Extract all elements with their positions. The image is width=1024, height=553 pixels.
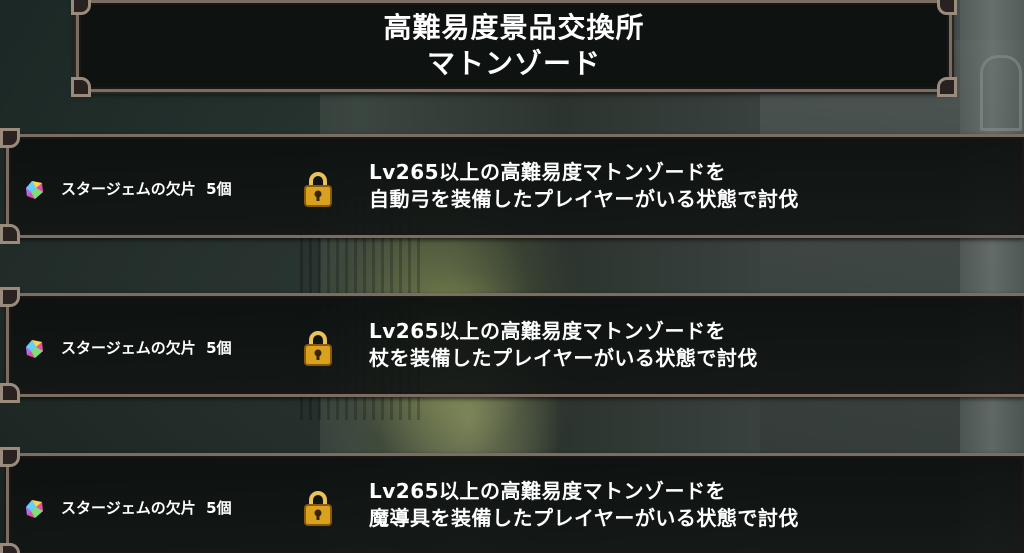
frame-corner: [0, 383, 20, 403]
frame-corner: [0, 224, 20, 244]
condition-line-2: 魔導具を装備したプレイヤーがいる状態で討伐: [369, 506, 799, 530]
reward-item-label: スタージェムの欠片 5個: [61, 336, 232, 360]
frame-corner: [0, 287, 20, 307]
reward-item-name: スタージェムの欠片: [61, 180, 196, 198]
reward-quantity: 5個: [206, 499, 232, 517]
condition-line-2: 杖を装備したプレイヤーがいる状態で討伐: [369, 346, 758, 370]
padlock-icon: [304, 331, 332, 366]
unlock-condition: Lv265以上の高難易度マトンゾードを 自動弓を装備したプレイヤーがいる状態で討…: [369, 159, 799, 213]
padlock-icon: [304, 172, 332, 207]
padlock-icon: [304, 491, 332, 526]
title-line-2: マトンゾード: [426, 47, 601, 80]
background-window: [980, 55, 1022, 131]
condition-line-2: 自動弓を装備したプレイヤーがいる状態で討伐: [369, 187, 799, 211]
reward-item-label: スタージェムの欠片 5個: [61, 177, 232, 201]
frame-corner: [0, 128, 20, 148]
reward-row[interactable]: スタージェムの欠片 5個 Lv265以上の高難易度マトンゾードを 杖を装備したプ…: [0, 287, 1024, 403]
unlock-condition: Lv265以上の高難易度マトンゾードを 魔導具を装備したプレイヤーがいる状態で討…: [369, 478, 799, 532]
reward-quantity: 5個: [206, 180, 232, 198]
title-line-1: 高難易度景品交換所: [383, 11, 645, 44]
unlock-condition: Lv265以上の高難易度マトンゾードを 杖を装備したプレイヤーがいる状態で討伐: [369, 318, 758, 372]
frame-corner: [0, 447, 20, 467]
star-gem-fragment-icon: [26, 340, 43, 358]
reward-item-label: スタージェムの欠片 5個: [61, 496, 232, 520]
star-gem-fragment-icon: [26, 181, 43, 199]
frame-corner: [71, 0, 91, 15]
star-gem-fragment-icon: [26, 500, 43, 518]
reward-item-name: スタージェムの欠片: [61, 339, 196, 357]
frame-corner: [937, 0, 957, 15]
reward-item-name: スタージェムの欠片: [61, 499, 196, 517]
reward-row[interactable]: スタージェムの欠片 5個 Lv265以上の高難易度マトンゾードを 魔導具を装備し…: [0, 447, 1024, 553]
reward-row[interactable]: スタージェムの欠片 5個 Lv265以上の高難易度マトンゾードを 自動弓を装備し…: [0, 128, 1024, 244]
frame-corner: [937, 77, 957, 97]
frame-corner: [0, 543, 20, 553]
condition-line-1: Lv265以上の高難易度マトンゾードを: [369, 319, 727, 343]
frame-corner: [71, 77, 91, 97]
condition-line-1: Lv265以上の高難易度マトンゾードを: [369, 160, 727, 184]
reward-quantity: 5個: [206, 339, 232, 357]
title-banner: 高難易度景品交換所 マトンゾード: [71, 0, 957, 97]
game-screen: 高難易度景品交換所 マトンゾード スタージェムの欠片 5個 Lv265以上の高難…: [0, 0, 1024, 553]
condition-line-1: Lv265以上の高難易度マトンゾードを: [369, 479, 727, 503]
